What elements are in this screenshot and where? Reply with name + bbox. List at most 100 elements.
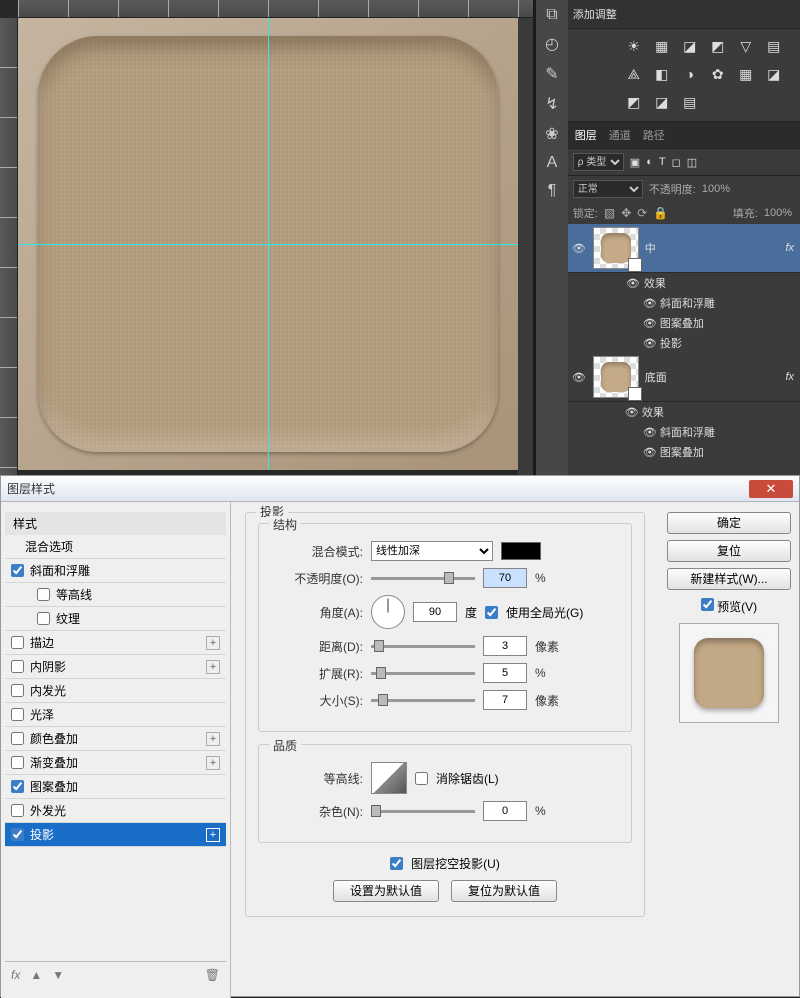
antialias-checkbox[interactable]	[415, 772, 428, 785]
down-icon[interactable]: ▼	[52, 968, 64, 982]
style-checkbox[interactable]	[37, 612, 50, 625]
style-row-pattern-overlay[interactable]: 图案叠加	[5, 775, 226, 799]
reset-default-button[interactable]: 复位为默认值	[451, 880, 557, 902]
spread-input[interactable]: 5	[483, 663, 527, 683]
tool-icon[interactable]: ↯	[545, 94, 558, 114]
set-default-button[interactable]: 设置为默认值	[333, 880, 439, 902]
styles-header[interactable]: 样式	[5, 512, 226, 535]
opacity-input[interactable]: 70	[483, 568, 527, 588]
visibility-icon[interactable]: 👁	[571, 242, 587, 255]
adjust-lookup-icon[interactable]: ▦	[737, 65, 755, 83]
tool-icon[interactable]: ¶	[548, 182, 557, 200]
layer-thumbnail[interactable]	[593, 356, 639, 398]
global-light-checkbox[interactable]	[485, 606, 498, 619]
style-row-contour[interactable]: 等高线	[5, 583, 226, 607]
add-icon[interactable]: +	[206, 660, 220, 674]
adjust-curves-icon[interactable]: ◪	[681, 37, 699, 55]
style-checkbox[interactable]	[11, 732, 24, 745]
adjust-invert-icon[interactable]: ◪	[765, 65, 783, 83]
style-checkbox[interactable]	[11, 780, 24, 793]
layer-name[interactable]: 中	[645, 240, 656, 256]
tool-icon[interactable]: ❀	[545, 124, 558, 144]
fx-item[interactable]: 投影	[660, 338, 682, 350]
style-checkbox[interactable]	[11, 660, 24, 673]
lock-position-icon[interactable]: ✥	[621, 206, 631, 220]
fx-item[interactable]: 图案叠加	[660, 447, 704, 459]
style-row-drop-shadow[interactable]: 投影+	[5, 823, 226, 847]
filter-type-icon[interactable]: T	[659, 156, 666, 168]
style-row-inner-shadow[interactable]: 内阴影+	[5, 655, 226, 679]
ok-button[interactable]: 确定	[667, 512, 791, 534]
adjust-photo-icon[interactable]: ◑	[681, 65, 699, 83]
tool-icon[interactable]: ⧉	[546, 6, 557, 24]
add-icon[interactable]: +	[206, 732, 220, 746]
layer-row[interactable]: 👁 中 fx	[565, 224, 800, 273]
canvas-area[interactable]	[0, 0, 533, 475]
ruler-horizontal[interactable]	[18, 0, 533, 18]
tab-paths[interactable]: 路径	[643, 127, 665, 143]
style-checkbox[interactable]	[11, 828, 24, 841]
adjust-thresh-icon[interactable]: ◪	[653, 93, 671, 111]
opacity-slider[interactable]	[371, 577, 475, 580]
fx-header[interactable]: 效果	[642, 407, 664, 419]
style-checkbox[interactable]	[11, 564, 24, 577]
visibility-icon[interactable]: 👁	[571, 371, 587, 384]
tool-icon[interactable]: ✎	[545, 64, 558, 84]
style-checkbox[interactable]	[11, 708, 24, 721]
blend-options-row[interactable]: 混合选项	[5, 535, 226, 559]
document-canvas[interactable]	[18, 18, 518, 470]
layers-list[interactable]: 👁 中 fx 👁 效果 👁 斜面和浮雕 👁 图案叠加 👁 投影 👁 底面 fx …	[565, 224, 800, 462]
lock-artboard-icon[interactable]: ⟳	[637, 206, 647, 220]
close-button[interactable]: ✕	[749, 480, 793, 498]
size-input[interactable]: 7	[483, 690, 527, 710]
fx-indicator[interactable]: fx	[785, 371, 794, 383]
adjust-mixer-icon[interactable]: ✿	[709, 65, 727, 83]
adjust-vibrance-icon[interactable]: ▽	[737, 37, 755, 55]
style-checkbox[interactable]	[11, 684, 24, 697]
style-row-stroke[interactable]: 描边+	[5, 631, 226, 655]
style-row-outer-glow[interactable]: 外发光	[5, 799, 226, 823]
style-row-color-overlay[interactable]: 颜色叠加+	[5, 727, 226, 751]
guide-vertical[interactable]	[268, 18, 269, 470]
style-checkbox[interactable]	[11, 636, 24, 649]
dialog-titlebar[interactable]: 图层样式 ✕	[1, 476, 799, 502]
adjust-exposure-icon[interactable]: ◩	[709, 37, 727, 55]
fx-item[interactable]: 图案叠加	[660, 318, 704, 330]
adjust-levels-icon[interactable]: ▦	[653, 37, 671, 55]
knockout-checkbox[interactable]	[390, 857, 403, 870]
add-icon[interactable]: +	[206, 828, 220, 842]
tool-icon[interactable]: ◴	[545, 34, 559, 54]
noise-input[interactable]: 0	[483, 801, 527, 821]
lock-pixels-icon[interactable]: ▧	[604, 206, 615, 220]
distance-input[interactable]: 3	[483, 636, 527, 656]
cancel-button[interactable]: 复位	[667, 540, 791, 562]
style-checkbox[interactable]	[11, 756, 24, 769]
layer-row[interactable]: 👁 底面 fx	[565, 353, 800, 402]
layer-filter-select[interactable]: ρ 类型	[573, 153, 624, 171]
style-row-satin[interactable]: 光泽	[5, 703, 226, 727]
tab-layers[interactable]: 图层	[575, 127, 597, 143]
tool-icon[interactable]: A	[547, 154, 558, 172]
tab-channels[interactable]: 通道	[609, 127, 631, 143]
blend-mode-dropdown[interactable]: 线性加深	[371, 541, 493, 561]
ruler-vertical[interactable]	[0, 18, 18, 475]
adjust-map-icon[interactable]: ▤	[681, 93, 699, 111]
angle-input[interactable]: 90	[413, 602, 457, 622]
adjust-brightness-icon[interactable]: ☀	[625, 37, 643, 55]
adjust-balance-icon[interactable]: ⟁	[625, 65, 643, 83]
fx-indicator[interactable]: fx	[785, 242, 794, 254]
filter-shape-icon[interactable]: ◻	[672, 156, 681, 169]
fx-header[interactable]: 效果	[644, 278, 666, 290]
up-icon[interactable]: ▲	[30, 968, 42, 982]
trash-icon[interactable]: 🗑	[205, 968, 220, 982]
fx-menu-icon[interactable]: fx	[11, 968, 20, 982]
adjust-poster-icon[interactable]: ◩	[625, 93, 643, 111]
layer-name[interactable]: 底面	[645, 369, 667, 385]
angle-dial[interactable]	[371, 595, 405, 629]
adjust-bw-icon[interactable]: ◧	[653, 65, 671, 83]
contour-picker[interactable]	[371, 762, 407, 794]
shadow-color-swatch[interactable]	[501, 542, 541, 560]
canvas-scrollbar[interactable]	[518, 18, 533, 475]
new-style-button[interactable]: 新建样式(W)...	[667, 568, 791, 590]
size-slider[interactable]	[371, 699, 475, 702]
